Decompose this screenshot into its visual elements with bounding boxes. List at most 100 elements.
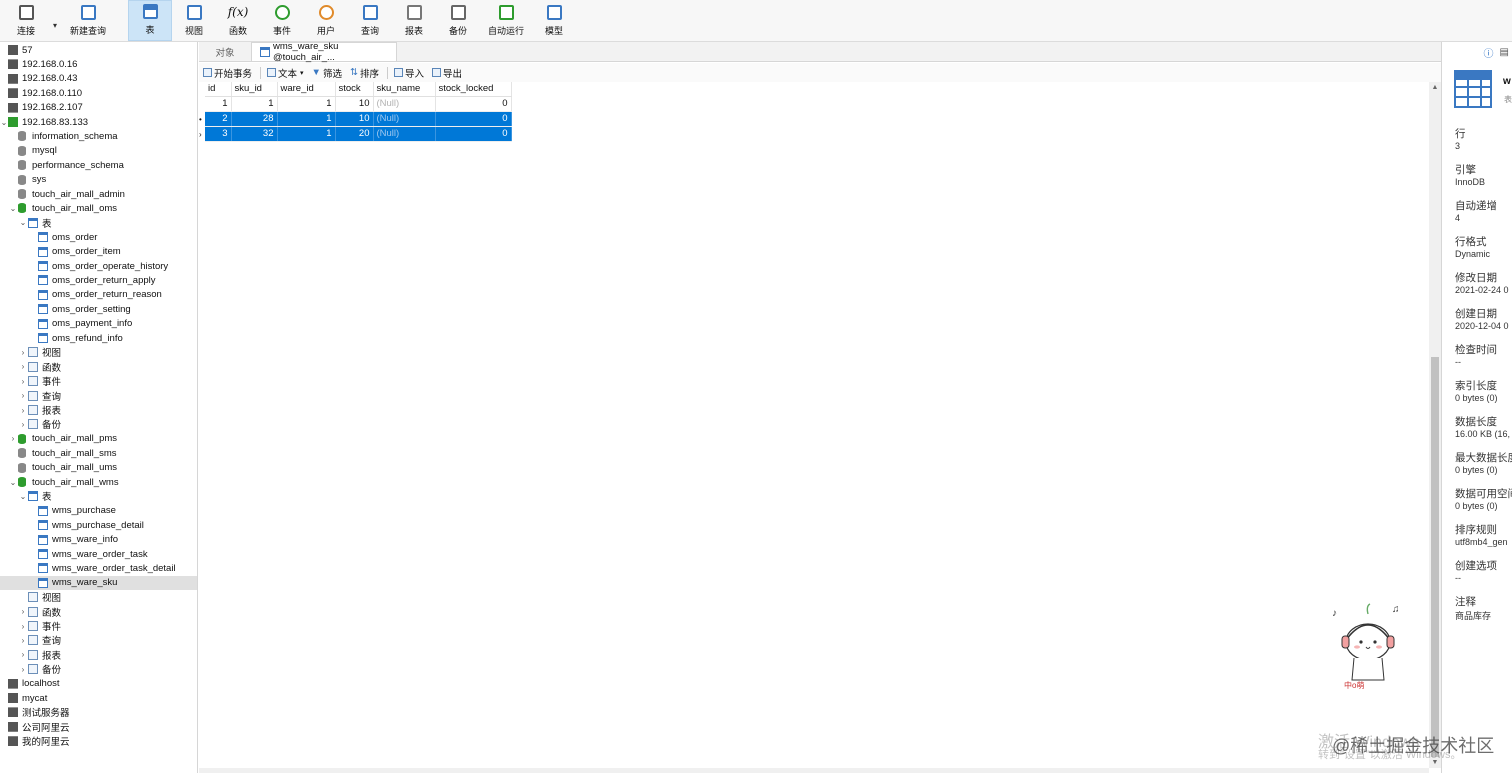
column-header-stock[interactable]: stock xyxy=(335,82,374,97)
toolbar-button-user[interactable]: 用户 xyxy=(304,0,348,41)
data-grid[interactable]: • › id sku_id ware_id stock sku_name stock_loc… xyxy=(199,82,1429,768)
toolbar-button-new-query[interactable]: 新建查询 xyxy=(62,0,114,41)
tree-item-table[interactable]: wms_ware_order_task xyxy=(0,547,197,561)
cell-ware-id[interactable]: 1 xyxy=(277,126,336,142)
cell-sku-name[interactable]: (Null) xyxy=(373,126,436,142)
export-button[interactable]: 导出 xyxy=(431,66,462,80)
tree-item-group[interactable]: › 视图 xyxy=(0,345,197,359)
tree-item-conn[interactable]: 192.168.0.110 xyxy=(0,86,197,100)
chevron-right-icon[interactable]: › xyxy=(18,362,28,371)
cell-stock-locked[interactable]: 0 xyxy=(435,111,512,127)
cell-stock-locked[interactable]: 0 xyxy=(435,96,512,112)
tree-item-conn[interactable]: localhost xyxy=(0,677,197,691)
tree-item-table[interactable]: oms_order_return_reason xyxy=(0,288,197,302)
cell-sku-id[interactable]: 28 xyxy=(231,111,278,127)
tree-item-group[interactable]: › 报表 xyxy=(0,648,197,662)
tree-item-group-table[interactable]: ⌄ 表 xyxy=(0,216,197,230)
cell-stock[interactable]: 20 xyxy=(335,126,374,142)
tab-objects[interactable]: 对象 xyxy=(199,42,251,61)
tree-item-db[interactable]: information_schema xyxy=(0,129,197,143)
tree-item-db-open[interactable]: › touch_air_mall_pms xyxy=(0,432,197,446)
table-row[interactable]: 3 32 1 20 (Null) 0 xyxy=(205,126,512,142)
results-table[interactable]: id sku_id ware_id stock sku_name stock_locked… xyxy=(205,82,512,142)
tree-item-table[interactable]: wms_purchase_detail xyxy=(0,518,197,532)
tree-item-db-open[interactable]: ⌄ touch_air_mall_oms xyxy=(0,201,197,215)
chevron-down-icon[interactable]: ⌄ xyxy=(18,492,28,501)
tree-item-db[interactable]: mysql xyxy=(0,144,197,158)
column-header-ware-id[interactable]: ware_id xyxy=(277,82,336,97)
tree-item-group-table[interactable]: ⌄ 表 xyxy=(0,489,197,503)
tree-item-table[interactable]: oms_order_operate_history xyxy=(0,259,197,273)
tree-item-conn[interactable]: 192.168.2.107 xyxy=(0,101,197,115)
chevron-right-icon[interactable]: › xyxy=(18,607,28,616)
sort-button[interactable]: ⇅ 排序 xyxy=(350,66,379,80)
cell-id[interactable]: 1 xyxy=(205,96,232,112)
cell-stock[interactable]: 10 xyxy=(335,96,374,112)
chevron-right-icon[interactable]: › xyxy=(18,406,28,415)
scroll-thumb[interactable] xyxy=(1431,357,1439,757)
tree-item-conn-open[interactable]: ⌄ 192.168.83.133 xyxy=(0,115,197,129)
cell-ware-id[interactable]: 1 xyxy=(277,96,336,112)
chevron-right-icon[interactable]: › xyxy=(18,665,28,674)
cell-id[interactable]: 2 xyxy=(205,111,232,127)
info-icon[interactable]: ⓘ xyxy=(1484,45,1494,60)
tree-item-conn[interactable]: 57 xyxy=(0,43,197,57)
tree-item-db[interactable]: performance_schema xyxy=(0,158,197,172)
tree-item-group[interactable]: › 事件 xyxy=(0,619,197,633)
chevron-right-icon[interactable]: › xyxy=(8,434,18,443)
tree-item-db[interactable]: touch_air_mall_admin xyxy=(0,187,197,201)
chevron-right-icon[interactable]: › xyxy=(18,377,28,386)
chevron-right-icon[interactable]: › xyxy=(18,391,28,400)
chevron-right-icon[interactable]: › xyxy=(18,420,28,429)
toolbar-button-plug[interactable]: 连接 xyxy=(4,0,48,41)
tree-item-group[interactable]: › 函数 xyxy=(0,605,197,619)
tree-item-table[interactable]: oms_payment_info xyxy=(0,317,197,331)
toolbar-button-autorun[interactable]: 自动运行 xyxy=(480,0,532,41)
tree-item-db[interactable]: touch_air_mall_sms xyxy=(0,446,197,460)
tree-item-table[interactable]: wms_ware_sku xyxy=(0,575,197,590)
toolbar-button-report[interactable]: 报表 xyxy=(392,0,436,41)
tree-item-conn[interactable]: 测试服务器 xyxy=(0,705,197,719)
tree-item-table[interactable]: oms_order xyxy=(0,230,197,244)
tree-item-conn[interactable]: 192.168.0.16 xyxy=(0,57,197,71)
text-button[interactable]: 文本 ▾ xyxy=(267,66,304,80)
toolbar-button-model[interactable]: 模型 xyxy=(532,0,576,41)
chevron-down-icon[interactable]: ⌄ xyxy=(8,478,18,487)
column-header-stock-locked[interactable]: stock_locked xyxy=(435,82,512,97)
cell-id[interactable]: 3 xyxy=(205,126,232,142)
cell-stock-locked[interactable]: 0 xyxy=(435,126,512,142)
tree-item-group[interactable]: 视图 xyxy=(0,590,197,604)
scroll-up-icon[interactable]: ▲ xyxy=(1429,84,1441,91)
tree-item-group[interactable]: › 查询 xyxy=(0,389,197,403)
cell-sku-id[interactable]: 32 xyxy=(231,126,278,142)
tree-item-group[interactable]: › 函数 xyxy=(0,360,197,374)
panel-toggle-icon[interactable]: ▤ xyxy=(1500,47,1509,58)
tree-item-table[interactable]: wms_ware_order_task_detail xyxy=(0,561,197,575)
tree-item-group[interactable]: › 备份 xyxy=(0,417,197,431)
cell-ware-id[interactable]: 1 xyxy=(277,111,336,127)
toolbar-button-function[interactable]: f(x) 函数 xyxy=(216,0,260,41)
tree-item-conn[interactable]: 公司阿里云 xyxy=(0,720,197,734)
tree-item-conn[interactable]: 我的阿里云 xyxy=(0,734,197,748)
toolbar-button-table[interactable]: 表 xyxy=(128,0,172,41)
tree-item-group[interactable]: › 报表 xyxy=(0,403,197,417)
chevron-right-icon[interactable]: › xyxy=(18,348,28,357)
column-header-sku-name[interactable]: sku_name xyxy=(373,82,436,97)
tree-item-table[interactable]: wms_ware_info xyxy=(0,533,197,547)
begin-transaction-button[interactable]: 开始事务 xyxy=(203,66,252,80)
toolbar-button-clock[interactable]: 事件 xyxy=(260,0,304,41)
chevron-down-icon[interactable]: ⌄ xyxy=(8,204,18,213)
cell-sku-id[interactable]: 1 xyxy=(231,96,278,112)
tree-item-table[interactable]: oms_order_item xyxy=(0,245,197,259)
cell-sku-name[interactable]: (Null) xyxy=(373,96,436,112)
cell-sku-name[interactable]: (Null) xyxy=(373,111,436,127)
tab-wms-ware-sku[interactable]: wms_ware_sku @touch_air_... xyxy=(251,41,397,63)
tree-item-group[interactable]: › 备份 xyxy=(0,662,197,676)
table-row[interactable]: 2 28 1 10 (Null) 0 xyxy=(205,111,512,127)
column-header-id[interactable]: id xyxy=(205,82,232,97)
tree-item-conn[interactable]: mycat xyxy=(0,691,197,705)
chevron-right-icon[interactable]: › xyxy=(18,636,28,645)
filter-button[interactable]: ▼ 筛选 xyxy=(312,66,342,80)
tree-item-db[interactable]: sys xyxy=(0,173,197,187)
toolbar-button-query[interactable]: 查询 xyxy=(348,0,392,41)
